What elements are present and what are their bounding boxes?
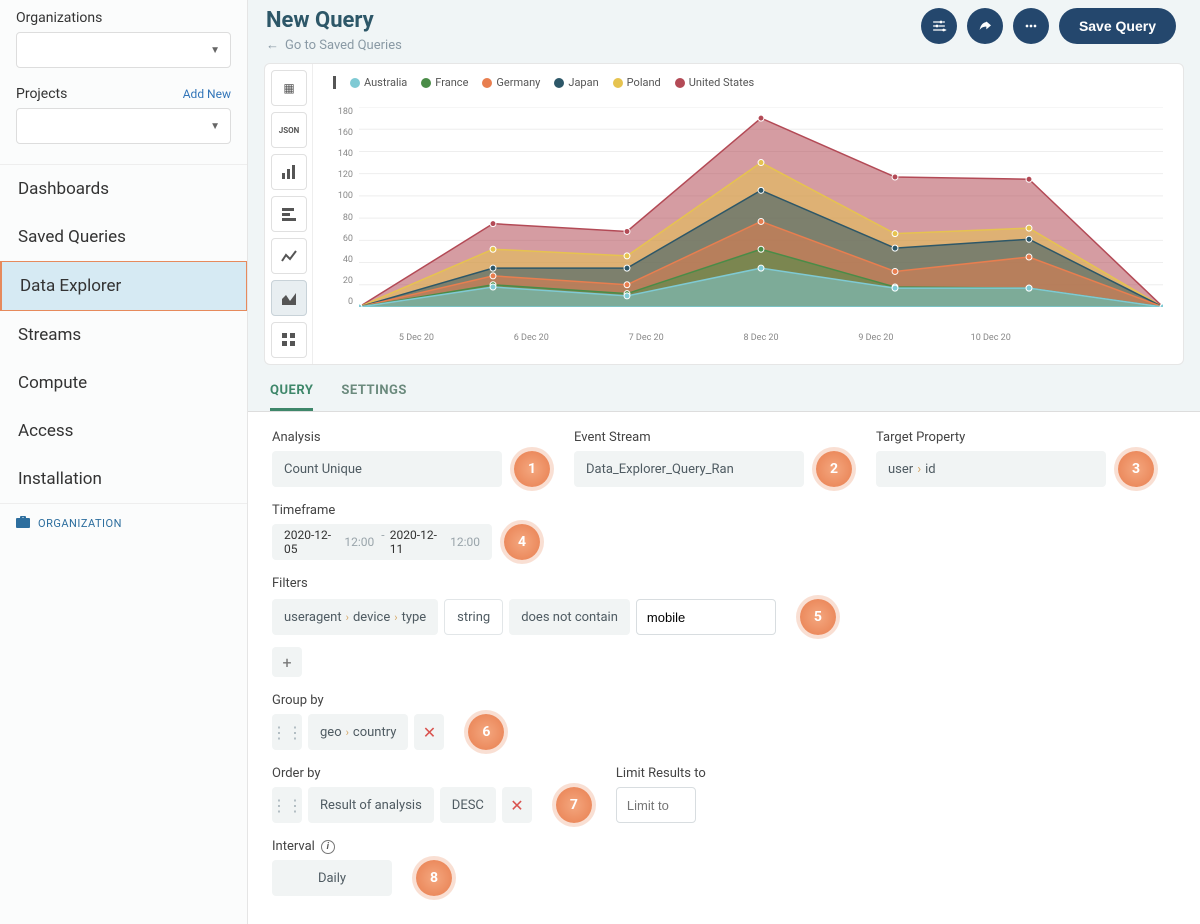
caret-down-icon: ▼ [210,121,220,132]
sliders-icon [931,18,947,34]
group-by-label: Group by [272,693,504,708]
target-property-select[interactable]: user › id [876,451,1106,487]
chart-legend: Australia France Germany Japan Poland United … [333,76,1163,89]
info-icon: i [321,840,335,854]
nav-saved-queries[interactable]: Saved Queries [0,213,247,261]
nav: Dashboards Saved Queries Data Explorer S… [0,164,247,503]
projects-select[interactable]: ▼ [16,108,231,144]
interval-label: Interval i [272,839,452,854]
table-icon: ▦ [283,81,294,95]
filter-operator[interactable]: does not contain [509,599,630,635]
target-property-label: Target Property [876,430,1154,445]
share-button[interactable] [967,8,1003,44]
filter-property[interactable]: useragent› device› type [272,599,438,635]
limit-input[interactable] [616,787,696,823]
filters-label: Filters [272,576,1176,591]
nav-installation[interactable]: Installation [0,455,247,503]
chart-type-table[interactable]: ▦ [271,70,307,106]
sidebar: Organizations ▼ Projects Add New ▼ Dashb… [0,0,248,924]
timeframe-label: Timeframe [272,503,540,518]
legend-item: France [421,76,468,89]
chart-type-line[interactable] [271,238,307,274]
grip-icon: ⋮⋮ [271,723,303,742]
drag-handle[interactable]: ⋮⋮ [272,714,302,750]
y-axis: 180160140120100806040200 [325,107,359,307]
arrow-left-icon: ← [266,37,279,53]
nav-access[interactable]: Access [0,407,247,455]
legend-item: Japan [554,76,598,89]
horizontal-bar-icon [280,205,298,223]
event-stream-select[interactable]: Data_Explorer_Query_Ran [574,451,804,487]
chart-type-json[interactable]: JSON [271,112,307,148]
legend-item: United States [675,76,754,89]
back-link[interactable]: ← Go to Saved Queries [266,37,402,53]
chart-type-area[interactable] [271,280,307,316]
event-stream-label: Event Stream [574,430,852,445]
chart-card: ▦ JSON AustraliaFranceGe [264,63,1184,365]
query-tabs: QUERY SETTINGS [248,365,1200,412]
legend-item: Australia [350,76,407,89]
order-by-field[interactable]: Result of analysis [308,787,434,823]
nav-streams[interactable]: Streams [0,311,247,359]
organizations-select[interactable]: ▼ [16,32,231,68]
caret-down-icon: ▼ [210,45,220,56]
share-icon [977,18,993,34]
filter-type[interactable]: string [444,599,503,635]
tab-settings[interactable]: SETTINGS [341,383,407,411]
org-footer-label: ORGANIZATION [38,517,122,530]
callout-3: 3 [1118,451,1154,487]
legend-item: Poland [613,76,661,89]
x-axis: 5 Dec 206 Dec 207 Dec 208 Dec 209 Dec 20… [359,333,1163,343]
more-horizontal-icon [1023,18,1039,34]
nav-compute[interactable]: Compute [0,359,247,407]
drag-handle[interactable]: ⋮⋮ [272,787,302,823]
query-form: Analysis Count Unique 1 Event Stream Dat… [248,412,1200,924]
callout-1: 1 [514,451,550,487]
callout-6: 6 [468,714,504,750]
analysis-label: Analysis [272,430,550,445]
analysis-select[interactable]: Count Unique [272,451,502,487]
callout-4: 4 [504,524,540,560]
filter-value-input[interactable] [636,599,776,635]
callout-5: 5 [800,599,836,635]
nav-dashboards[interactable]: Dashboards [0,165,247,213]
tab-query[interactable]: QUERY [270,383,313,411]
organizations-label: Organizations [16,10,231,26]
group-by-property[interactable]: geo›country [308,714,408,750]
callout-8: 8 [416,860,452,896]
chart-type-bar[interactable] [271,154,307,190]
briefcase-icon [16,516,30,531]
projects-label: Projects [16,86,67,102]
chart-type-horizontal-bar[interactable] [271,196,307,232]
nav-data-explorer[interactable]: Data Explorer [0,261,247,311]
chart-plot [359,107,1163,327]
remove-group-by[interactable]: ✕ [414,714,444,750]
line-chart-icon [280,247,298,265]
plus-icon: + [282,653,291,672]
org-footer[interactable]: ORGANIZATION [0,503,247,543]
json-icon: JSON [279,126,300,135]
limit-label: Limit Results to [616,766,706,781]
legend-item: Germany [482,76,540,89]
close-icon: ✕ [423,723,436,742]
add-new-link[interactable]: Add New [183,87,231,101]
timeframe-input[interactable]: 2020-12-05 12:00 - 2020-12-11 12:00 [272,524,492,560]
order-direction[interactable]: DESC [440,787,496,823]
order-by-label: Order by [272,766,592,781]
callout-2: 2 [816,451,852,487]
chart-type-grid[interactable] [271,322,307,358]
grid-icon [280,331,298,349]
area-chart-icon [280,289,298,307]
save-query-button[interactable]: Save Query [1059,8,1176,44]
bar-chart-icon [280,163,298,181]
remove-order-by[interactable]: ✕ [502,787,532,823]
callout-7: 7 [556,787,592,823]
grip-icon: ⋮⋮ [271,796,303,815]
close-icon: ✕ [510,796,523,815]
add-filter-button[interactable]: + [272,647,302,677]
settings-button[interactable] [921,8,957,44]
page-title: New Query [266,8,402,33]
more-button[interactable] [1013,8,1049,44]
interval-select[interactable]: Daily [272,860,392,896]
